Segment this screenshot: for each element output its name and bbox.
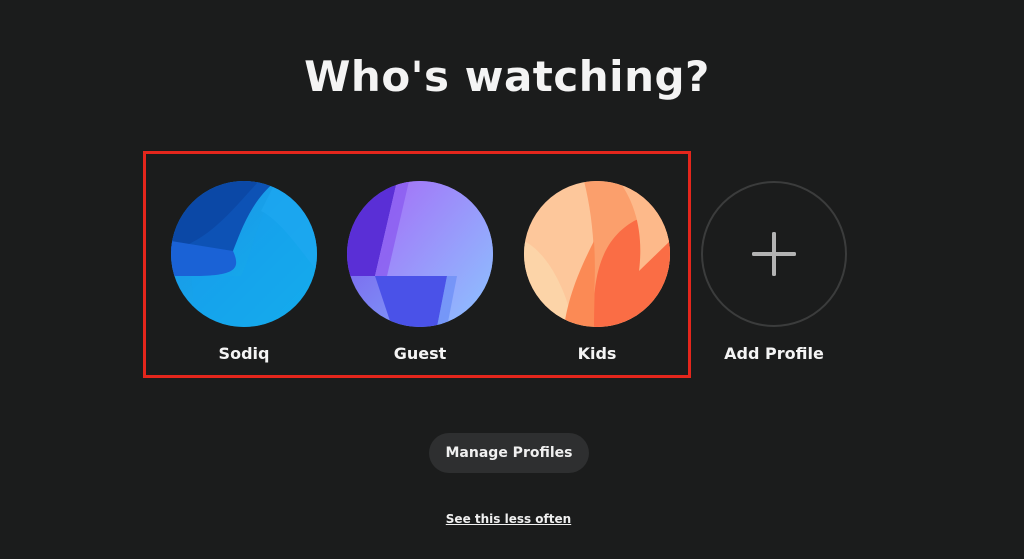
- plus-icon: [752, 232, 796, 276]
- profile-guest[interactable]: Guest: [347, 181, 493, 363]
- purple-lightning-avatar[interactable]: [347, 181, 493, 327]
- profile-name: Sodiq: [218, 344, 270, 363]
- profile-sodiq[interactable]: Sodiq: [171, 181, 317, 363]
- manage-profiles-button[interactable]: Manage Profiles: [429, 433, 589, 473]
- profile-name: Kids: [577, 344, 617, 363]
- blue-abstract-avatar[interactable]: [171, 181, 317, 327]
- add-profile-button[interactable]: [701, 181, 847, 327]
- add-profile[interactable]: Add Profile: [701, 181, 847, 363]
- add-profile-label: Add Profile: [724, 344, 824, 363]
- page-title: Who's watching?: [304, 52, 710, 101]
- profile-name: Guest: [393, 344, 447, 363]
- profile-kids[interactable]: Kids: [524, 181, 670, 363]
- orange-leaf-avatar[interactable]: [524, 181, 670, 327]
- profile-selection-screen: Who's watching? Sodiq Guest Kids Add Pro…: [0, 0, 1024, 559]
- see-less-often-link[interactable]: See this less often: [0, 512, 1017, 526]
